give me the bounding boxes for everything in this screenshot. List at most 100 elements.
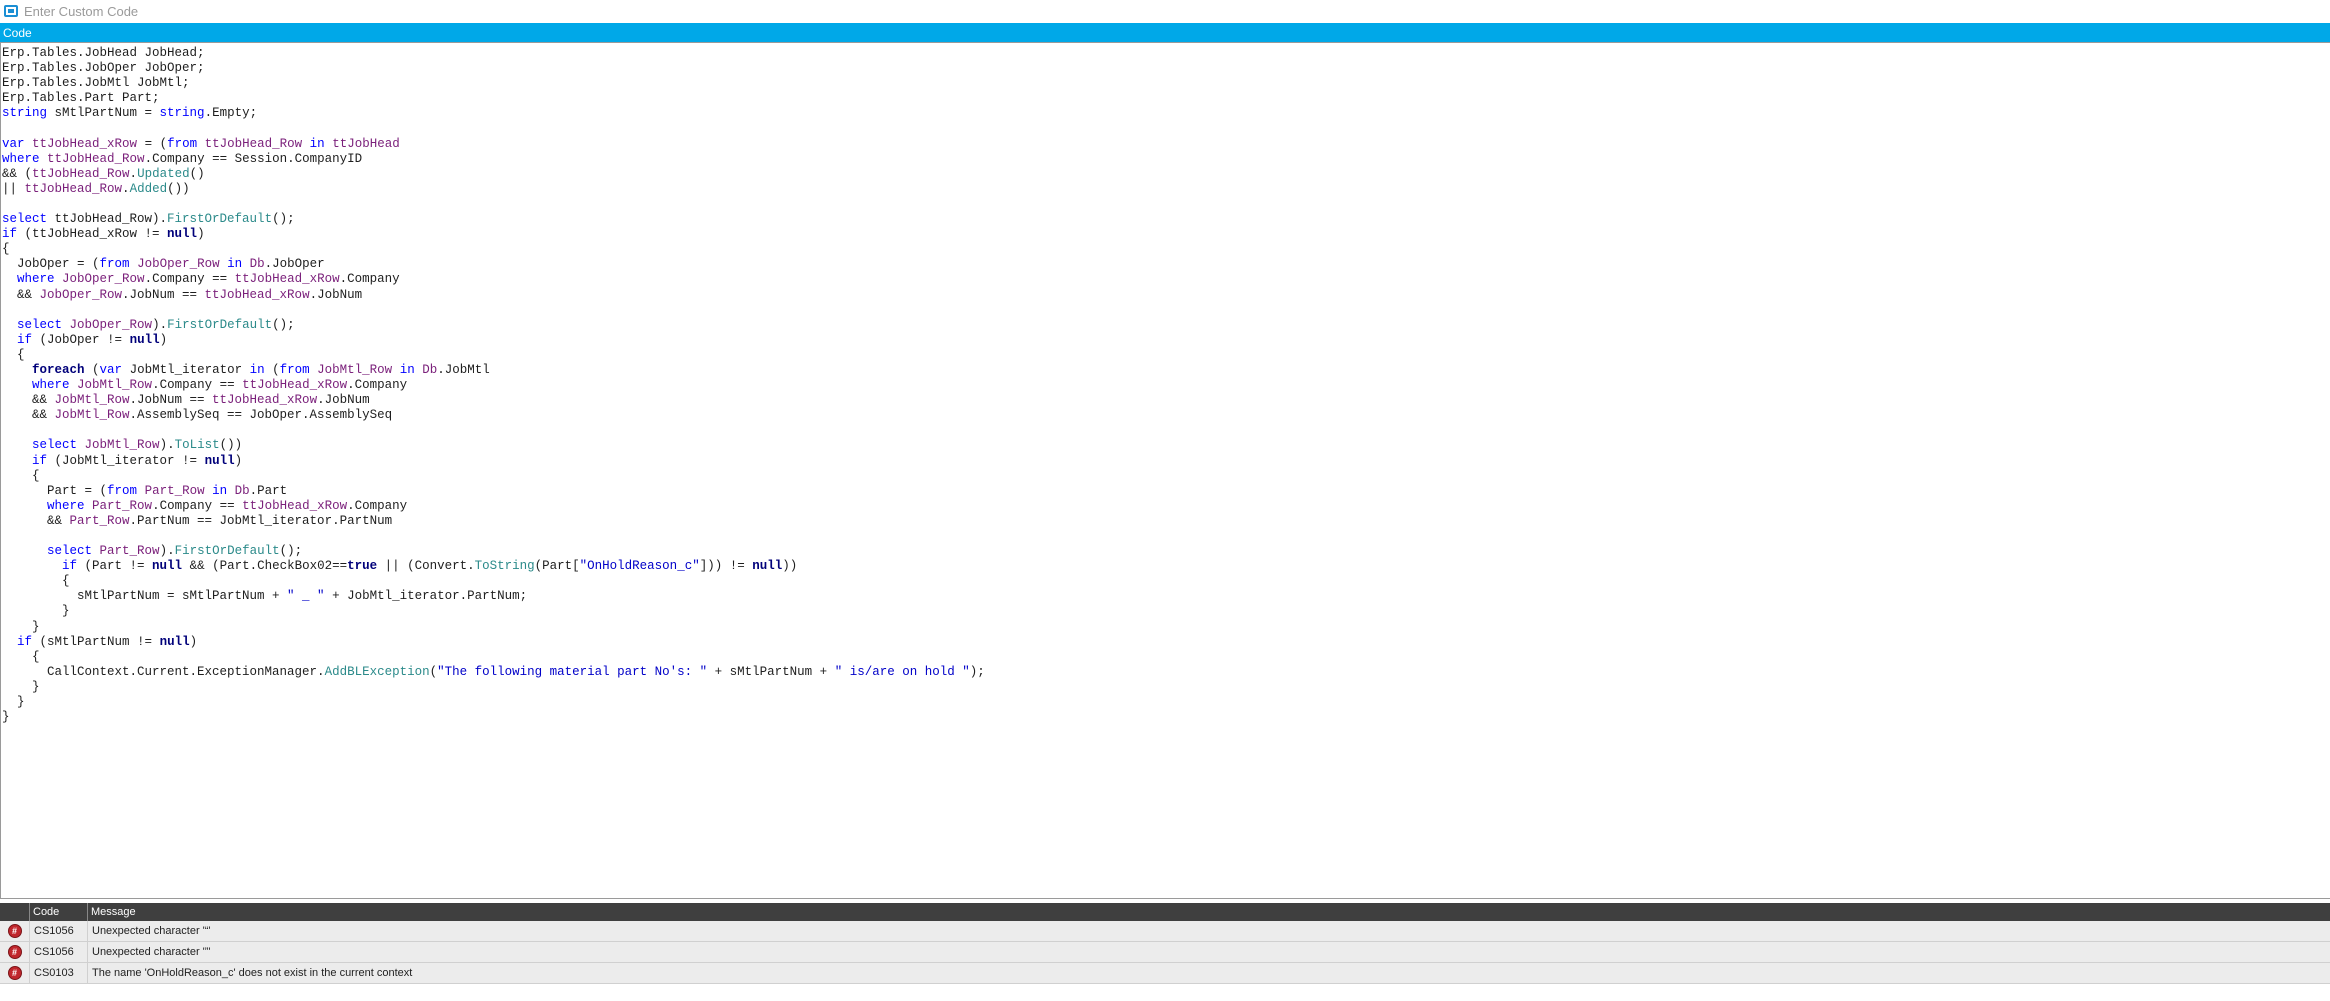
code-line[interactable]: foreach (var JobMtl_iterator in (from Jo… [2, 363, 985, 378]
code-line[interactable] [2, 121, 985, 136]
code-line[interactable]: if (ttJobHead_xRow != null) [2, 227, 985, 242]
code-token: () [189, 166, 205, 181]
code-line[interactable]: where JobMtl_Row.Company == ttJobHead_xR… [2, 378, 985, 393]
code-line[interactable]: Erp.Tables.JobOper JobOper; [2, 61, 985, 76]
code-line[interactable]: } [2, 680, 985, 695]
code-line[interactable]: { [2, 242, 985, 257]
code-token: (ttJobHead_xRow != [17, 227, 168, 242]
code-token: Db [249, 257, 265, 272]
code-token: ttJobHead [332, 136, 400, 151]
code-line[interactable]: Erp.Tables.JobMtl JobMtl; [2, 76, 985, 91]
code-token: in [212, 483, 228, 498]
code-line[interactable]: { [2, 469, 985, 484]
code-line[interactable]: sMtlPartNum = sMtlPartNum + " _ " + JobM… [2, 589, 985, 604]
error-row[interactable]: # CS1056 Unexpected character '”' [0, 942, 2330, 963]
code-line[interactable] [2, 529, 985, 544]
code-token: sMtlPartNum = [47, 106, 160, 121]
code-line[interactable]: var ttJobHead_xRow = (from ttJobHead_Row… [2, 137, 985, 152]
error-message: Unexpected character '“' [92, 925, 211, 937]
code-token: JobOper_Row [69, 317, 153, 332]
code-token: from [167, 136, 198, 151]
code-token: } [2, 604, 70, 619]
code-token: null [204, 453, 235, 468]
error-row[interactable]: # CS0103 The name 'OnHoldReason_c' does … [0, 963, 2330, 984]
code-line[interactable]: { [2, 574, 985, 589]
code-line[interactable]: select JobOper_Row).FirstOrDefault(); [2, 318, 985, 333]
code-token: JobMtl_Row [317, 362, 393, 377]
code-line[interactable]: if (Part != null && (Part.CheckBox02==tr… [2, 559, 985, 574]
error-code-column-header[interactable]: Code [30, 903, 88, 921]
code-token: JobMtl_Row [54, 408, 130, 423]
code-line[interactable]: Erp.Tables.Part Part; [2, 91, 985, 106]
code-line[interactable] [2, 303, 985, 318]
code-line[interactable]: Part = (from Part_Row in Db.Part [2, 484, 985, 499]
code-token: where [32, 378, 70, 393]
error-list-panel: Code Message # CS1056 Unexpected charact… [0, 903, 2330, 1001]
error-icon-column-header[interactable] [0, 903, 30, 921]
code-line[interactable]: where ttJobHead_Row.Company == Session.C… [2, 152, 985, 167]
code-token: ttJobHead_Row). [47, 212, 168, 227]
code-token: select [32, 438, 78, 453]
error-row[interactable]: # CS1056 Unexpected character '“' [0, 921, 2330, 942]
code-line[interactable]: if (JobOper != null) [2, 333, 985, 348]
code-line[interactable]: CallContext.Current.ExceptionManager.Add… [2, 665, 985, 680]
error-list-header: Code Message [0, 903, 2330, 921]
code-token: where [2, 151, 40, 166]
code-line[interactable]: && (ttJobHead_Row.Updated() [2, 167, 985, 182]
code-token: ) [234, 453, 243, 468]
code-line[interactable]: } [2, 620, 985, 635]
code-token: .AssemblySeq == JobOper.AssemblySeq [129, 408, 393, 423]
code-token: sMtlPartNum = sMtlPartNum + [2, 589, 288, 604]
code-token: ()) [167, 181, 190, 196]
code-token: .Company [347, 498, 408, 513]
code-token: JobOper_Row [137, 257, 220, 272]
code-line[interactable]: select Part_Row).FirstOrDefault(); [2, 544, 985, 559]
code-line[interactable]: && Part_Row.PartNum == JobMtl_iterator.P… [2, 514, 985, 529]
error-code: CS1056 [30, 921, 88, 941]
code-token: var [99, 362, 123, 377]
code-line[interactable]: JobOper = (from JobOper_Row in Db.JobOpe… [2, 257, 985, 272]
code-text[interactable]: Erp.Tables.JobHead JobHead; Erp.Tables.Jo… [2, 46, 985, 725]
error-code: CS1056 [30, 942, 88, 962]
code-line[interactable]: } [2, 710, 985, 725]
error-icon-cell: # [0, 942, 30, 962]
error-message-column-header[interactable]: Message [88, 906, 2330, 918]
code-line[interactable]: if (sMtlPartNum != null) [2, 635, 985, 650]
code-line[interactable]: select ttJobHead_Row).FirstOrDefault(); [2, 212, 985, 227]
code-line[interactable] [2, 423, 985, 438]
code-line[interactable]: && JobOper_Row.JobNum == ttJobHead_xRow.… [2, 288, 985, 303]
code-line[interactable]: { [2, 650, 985, 665]
code-line[interactable]: } [2, 604, 985, 619]
code-token: (sMtlPartNum != [32, 634, 160, 649]
code-line[interactable]: } [2, 695, 985, 710]
code-line[interactable]: || ttJobHead_Row.Added()) [2, 182, 985, 197]
code-line[interactable]: if (JobMtl_iterator != null) [2, 454, 985, 469]
code-token: Erp.Tables.JobMtl JobMtl; [2, 76, 190, 91]
code-token: . [122, 181, 130, 196]
code-token: } [2, 710, 10, 725]
code-token: (JobMtl_iterator != [47, 453, 205, 468]
code-token: where [17, 272, 55, 287]
code-line[interactable]: { [2, 348, 985, 363]
error-icon: # [7, 924, 22, 938]
code-line[interactable]: Erp.Tables.JobHead JobHead; [2, 46, 985, 61]
code-line[interactable]: && JobMtl_Row.JobNum == ttJobHead_xRow.J… [2, 393, 985, 408]
code-line[interactable]: where Part_Row.Company == ttJobHead_xRow… [2, 499, 985, 514]
code-line[interactable]: where JobOper_Row.Company == ttJobHead_x… [2, 272, 985, 287]
code-line[interactable]: select JobMtl_Row).ToList()) [2, 438, 985, 453]
code-token: foreach [32, 362, 85, 377]
code-line[interactable] [2, 197, 985, 212]
code-editor[interactable]: Erp.Tables.JobHead JobHead; Erp.Tables.Jo… [0, 42, 2330, 899]
code-line[interactable]: string sMtlPartNum = string.Empty; [2, 106, 985, 121]
code-line[interactable]: && JobMtl_Row.AssemblySeq == JobOper.Ass… [2, 408, 985, 423]
code-token: ()) [219, 438, 243, 453]
code-token: } [2, 619, 40, 634]
window-titlebar: Enter Custom Code [0, 0, 2330, 22]
